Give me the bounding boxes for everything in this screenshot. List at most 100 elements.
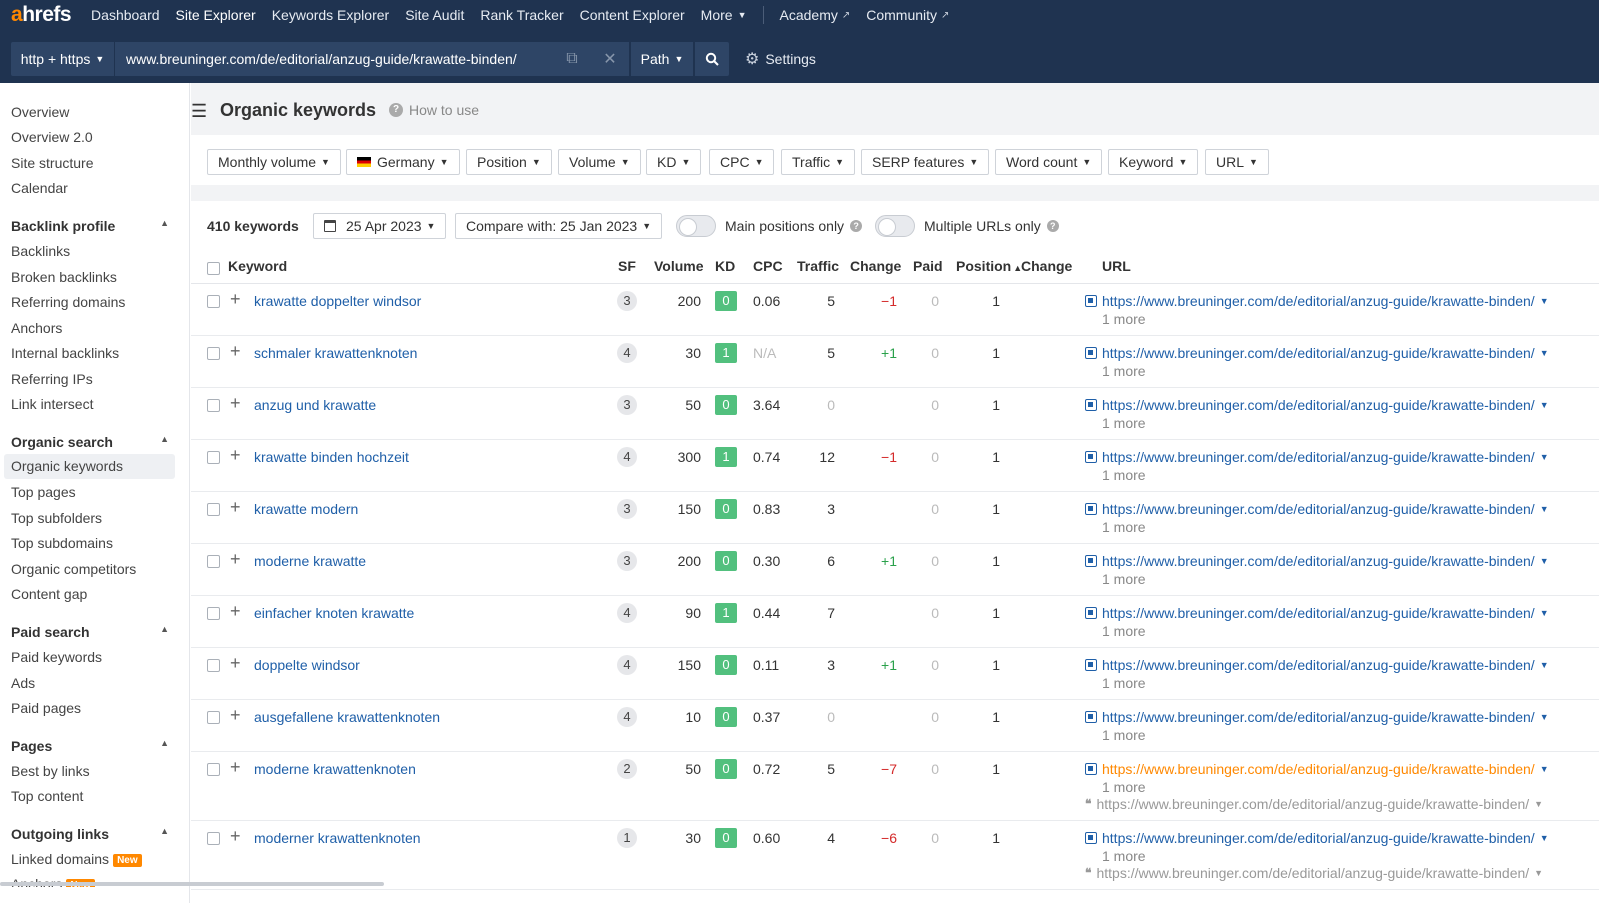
keyword-link[interactable]: einfacher knoten krawatte xyxy=(254,605,414,621)
chevron-down-icon[interactable]: ▼ xyxy=(1540,504,1549,514)
previous-url[interactable]: ❝ https://www.breuninger.com/de/editorial… xyxy=(1085,796,1543,812)
more-urls-link[interactable]: 1 more xyxy=(1102,363,1146,379)
keyword-link[interactable]: krawatte modern xyxy=(254,501,358,517)
sidebar-section-organic-search[interactable]: Organic search ▲ xyxy=(11,434,169,450)
sidebar-item-referring-domains[interactable]: Referring domains xyxy=(11,294,125,310)
sidebar-section-pages[interactable]: Pages ▲ xyxy=(11,738,169,754)
sidebar-item-site-structure[interactable]: Site structure xyxy=(11,155,93,171)
ranking-url[interactable]: https://www.breuninger.com/de/editorial/… xyxy=(1085,761,1549,777)
ranking-url[interactable]: https://www.breuninger.com/de/editorial/… xyxy=(1085,830,1549,846)
nav-rank-tracker[interactable]: Rank Tracker xyxy=(480,7,563,23)
col-keyword[interactable]: Keyword xyxy=(228,258,287,274)
keyword-link[interactable]: krawatte doppelter windsor xyxy=(254,293,421,309)
ranking-url[interactable]: https://www.breuninger.com/de/editorial/… xyxy=(1085,345,1549,361)
row-checkbox[interactable] xyxy=(207,832,220,848)
chevron-down-icon[interactable]: ▼ xyxy=(1540,556,1549,566)
date-select[interactable]: 25 Apr 2023 ▼ xyxy=(313,213,447,239)
serp-features-count[interactable]: 4 xyxy=(617,603,637,623)
more-urls-link[interactable]: 1 more xyxy=(1102,623,1146,639)
protocol-select[interactable]: http + https ▼ xyxy=(11,42,114,76)
compare-select[interactable]: Compare with: 25 Jan 2023 ▼ xyxy=(455,213,663,239)
row-checkbox[interactable] xyxy=(207,451,220,467)
clear-icon[interactable]: ✕ xyxy=(591,49,629,69)
ranking-url[interactable]: https://www.breuninger.com/de/editorial/… xyxy=(1085,553,1549,569)
nav-content-explorer[interactable]: Content Explorer xyxy=(580,7,685,23)
more-urls-link[interactable]: 1 more xyxy=(1102,727,1146,743)
add-to-list-icon[interactable]: + xyxy=(230,341,241,362)
keyword-link[interactable]: moderne krawattenknoten xyxy=(254,761,416,777)
filter-kd[interactable]: KD ▼ xyxy=(646,149,702,175)
sidebar-section-backlink-profile[interactable]: Backlink profile ▲ xyxy=(11,218,169,234)
serp-features-count[interactable]: 4 xyxy=(617,655,637,675)
sidebar-item-best-by-links[interactable]: Best by links xyxy=(11,763,90,779)
nav-community[interactable]: Community ↗ xyxy=(866,7,949,23)
serp-features-count[interactable]: 3 xyxy=(617,395,637,415)
sidebar-item-anchors[interactable]: Anchors xyxy=(11,320,62,336)
filter-traffic[interactable]: Traffic ▼ xyxy=(781,149,856,175)
chevron-down-icon[interactable]: ▼ xyxy=(1540,296,1549,306)
row-checkbox[interactable] xyxy=(207,659,220,675)
more-urls-link[interactable]: 1 more xyxy=(1102,675,1146,691)
keyword-link[interactable]: anzug und krawatte xyxy=(254,397,376,413)
ahrefs-logo[interactable]: ahrefs xyxy=(11,3,72,27)
serp-features-count[interactable]: 1 xyxy=(617,828,637,848)
sidebar-item-overview-2[interactable]: Overview 2.0 xyxy=(11,129,93,145)
sidebar-item-calendar[interactable]: Calendar xyxy=(11,180,68,196)
menu-icon[interactable]: ☰ xyxy=(191,101,207,122)
chevron-down-icon[interactable]: ▼ xyxy=(1540,452,1549,462)
main-positions-toggle[interactable] xyxy=(676,215,716,237)
settings-button[interactable]: ⚙ Settings xyxy=(745,42,816,76)
col-traffic[interactable]: Traffic xyxy=(797,258,839,274)
nav-site-audit[interactable]: Site Audit xyxy=(405,7,464,23)
target-url-input[interactable]: www.breuninger.com/de/editorial/anzug-gu… xyxy=(115,42,629,76)
serp-features-count[interactable]: 4 xyxy=(617,447,637,467)
sidebar-item-organic-keywords[interactable]: Organic keywords xyxy=(4,454,175,479)
sidebar-item-ads[interactable]: Ads xyxy=(11,675,35,691)
nav-more[interactable]: More ▼ xyxy=(701,7,747,23)
row-checkbox[interactable] xyxy=(207,763,220,779)
nav-keywords-explorer[interactable]: Keywords Explorer xyxy=(272,7,390,23)
col-sf[interactable]: SF xyxy=(618,258,636,274)
row-checkbox[interactable] xyxy=(207,399,220,415)
ranking-url[interactable]: https://www.breuninger.com/de/editorial/… xyxy=(1085,709,1549,725)
filter-volume[interactable]: Volume ▼ xyxy=(558,149,641,175)
col-volume[interactable]: Volume xyxy=(654,258,704,274)
sidebar-item-top-pages[interactable]: Top pages xyxy=(11,484,76,500)
serp-features-count[interactable]: 3 xyxy=(617,291,637,311)
ranking-url[interactable]: https://www.breuninger.com/de/editorial/… xyxy=(1085,397,1549,413)
filter-word-count[interactable]: Word count ▼ xyxy=(995,149,1103,175)
row-checkbox[interactable] xyxy=(207,607,220,623)
select-all-checkbox[interactable] xyxy=(207,262,220,278)
chevron-down-icon[interactable]: ▼ xyxy=(1540,660,1549,670)
add-to-list-icon[interactable]: + xyxy=(230,549,241,570)
chevron-down-icon[interactable]: ▼ xyxy=(1540,833,1549,843)
add-to-list-icon[interactable]: + xyxy=(230,393,241,414)
sidebar-item-linked-domains[interactable]: Linked domains New xyxy=(11,851,142,867)
more-urls-link[interactable]: 1 more xyxy=(1102,311,1146,327)
ranking-url[interactable]: https://www.breuninger.com/de/editorial/… xyxy=(1085,293,1549,309)
more-urls-link[interactable]: 1 more xyxy=(1102,779,1146,795)
serp-features-count[interactable]: 3 xyxy=(617,551,637,571)
open-external-icon[interactable]: ⧉ xyxy=(553,50,591,68)
filter-position[interactable]: Position ▼ xyxy=(466,149,552,175)
sidebar-item-organic-competitors[interactable]: Organic competitors xyxy=(11,561,136,577)
add-to-list-icon[interactable]: + xyxy=(230,601,241,622)
ranking-url[interactable]: https://www.breuninger.com/de/editorial/… xyxy=(1085,501,1549,517)
col-change[interactable]: Change xyxy=(850,258,901,274)
row-checkbox[interactable] xyxy=(207,503,220,519)
chevron-down-icon[interactable]: ▼ xyxy=(1534,868,1543,878)
help-icon[interactable]: ? xyxy=(1046,220,1059,232)
add-to-list-icon[interactable]: + xyxy=(230,705,241,726)
previous-url[interactable]: ❝ https://www.breuninger.com/de/editorial… xyxy=(1085,865,1543,881)
sidebar-section-outgoing-links[interactable]: Outgoing links ▲ xyxy=(11,826,169,842)
add-to-list-icon[interactable]: + xyxy=(230,653,241,674)
sidebar-item-referring-ips[interactable]: Referring IPs xyxy=(11,371,93,387)
col-cpc[interactable]: CPC xyxy=(753,258,783,274)
add-to-list-icon[interactable]: + xyxy=(230,289,241,310)
horizontal-scrollbar[interactable] xyxy=(0,882,384,886)
how-to-use-link[interactable]: ? How to use xyxy=(389,102,479,118)
keyword-link[interactable]: krawatte binden hochzeit xyxy=(254,449,409,465)
more-urls-link[interactable]: 1 more xyxy=(1102,467,1146,483)
more-urls-link[interactable]: 1 more xyxy=(1102,415,1146,431)
serp-features-count[interactable]: 3 xyxy=(617,499,637,519)
